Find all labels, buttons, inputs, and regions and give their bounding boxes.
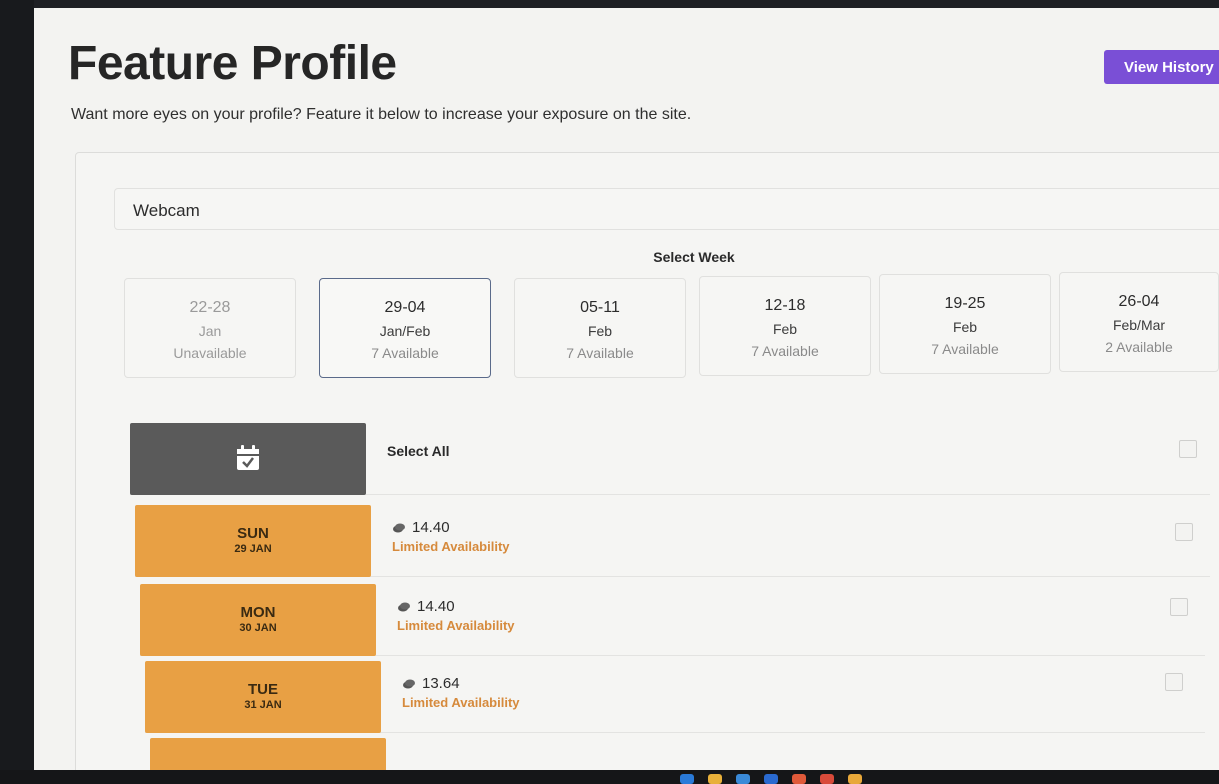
week-range: 26-04	[1118, 293, 1160, 310]
taskbar-folder-icon	[708, 774, 722, 784]
week-month: Feb	[587, 323, 613, 339]
select-all-checkbox[interactable]	[1179, 440, 1197, 458]
screen: Feature Profile View History Want more e…	[34, 8, 1219, 770]
week-card-26-04[interactable]: 26-04 Feb/Mar 2 Available	[1059, 272, 1219, 372]
availability-status: Limited Availability	[402, 695, 520, 710]
taskbar-app-icon	[764, 774, 778, 784]
week-card-19-25[interactable]: 19-25 Feb 7 Available	[879, 274, 1051, 374]
day-block[interactable]: MON 30 JAN	[140, 584, 376, 656]
taskbar-app-icon	[848, 774, 862, 784]
week-availability: 7 Available	[751, 343, 819, 359]
week-range: 12-18	[764, 297, 806, 314]
select-all-calendar-block[interactable]	[130, 423, 366, 495]
coin-icon	[403, 679, 415, 688]
day-block-partial[interactable]	[150, 738, 386, 770]
week-month: Feb/Mar	[1112, 317, 1166, 333]
day-row-partial	[150, 738, 1205, 770]
coin-icon	[398, 602, 410, 611]
week-range: 29-04	[384, 299, 426, 316]
week-range: 19-25	[944, 295, 986, 312]
week-availability: Unavailable	[173, 345, 247, 361]
price-value: 14.40	[417, 598, 455, 615]
week-month: Jan/Feb	[379, 323, 431, 339]
view-history-button[interactable]: View History	[1104, 50, 1219, 84]
week-month: Feb	[772, 321, 798, 337]
week-range: 05-11	[580, 299, 620, 316]
taskbar-icons	[680, 774, 862, 784]
day-checkbox[interactable]	[1175, 523, 1193, 541]
page-subtitle: Want more eyes on your profile? Feature …	[71, 106, 692, 123]
price-value: 13.64	[422, 675, 460, 692]
availability-status: Limited Availability	[397, 618, 515, 633]
day-name: SUN	[237, 525, 269, 542]
day-block[interactable]: SUN 29 JAN	[135, 505, 371, 577]
day-block[interactable]: TUE 31 JAN	[145, 661, 381, 733]
category-select[interactable]: Webcam	[114, 188, 1219, 230]
week-card-29-04[interactable]: 29-04 Jan/Feb 7 Available	[319, 278, 491, 378]
monitor-bezel-left	[0, 0, 34, 784]
day-date: 30 JAN	[239, 622, 277, 634]
week-month: Jan	[198, 323, 222, 339]
coin-icon	[393, 523, 405, 532]
week-availability: 7 Available	[371, 345, 439, 361]
price: 14.40	[392, 519, 510, 536]
availability-status: Limited Availability	[392, 539, 510, 554]
day-date: 29 JAN	[234, 543, 272, 555]
week-range: 22-28	[189, 299, 231, 316]
taskbar-chrome-icon	[820, 774, 834, 784]
price-value: 14.40	[412, 519, 450, 536]
day-name: MON	[240, 604, 276, 621]
select-all-label: Select All	[387, 443, 450, 459]
week-availability: 2 Available	[1105, 339, 1173, 355]
week-card-22-28[interactable]: 22-28 Jan Unavailable	[124, 278, 296, 378]
week-month: Feb	[952, 319, 978, 335]
price: 14.40	[397, 598, 515, 615]
week-card-05-11[interactable]: 05-11 Feb 7 Available	[514, 278, 686, 378]
day-checkbox[interactable]	[1170, 598, 1188, 616]
select-week-label: Select Week	[653, 249, 735, 265]
day-row-tue: TUE 31 JAN 13.64 Limited Availability	[145, 661, 1205, 733]
page-title: Feature Profile	[68, 37, 397, 90]
taskbar-app-icon	[736, 774, 750, 784]
day-row-sun: SUN 29 JAN 14.40 Limited Availability	[135, 505, 1210, 577]
day-date: 31 JAN	[244, 699, 282, 711]
day-checkbox[interactable]	[1165, 673, 1183, 691]
week-availability: 7 Available	[931, 341, 999, 357]
calendar-check-icon	[237, 445, 259, 470]
week-card-12-18[interactable]: 12-18 Feb 7 Available	[699, 276, 871, 376]
week-availability: 7 Available	[566, 345, 634, 361]
price: 13.64	[402, 675, 520, 692]
select-all-row: Select All	[130, 423, 1210, 495]
taskbar-app-icon	[680, 774, 694, 784]
taskbar-app-icon	[792, 774, 806, 784]
day-row-mon: MON 30 JAN 14.40 Limited Availability	[140, 584, 1205, 656]
monitor-bezel-bottom	[0, 770, 1219, 784]
day-name: TUE	[248, 681, 278, 698]
